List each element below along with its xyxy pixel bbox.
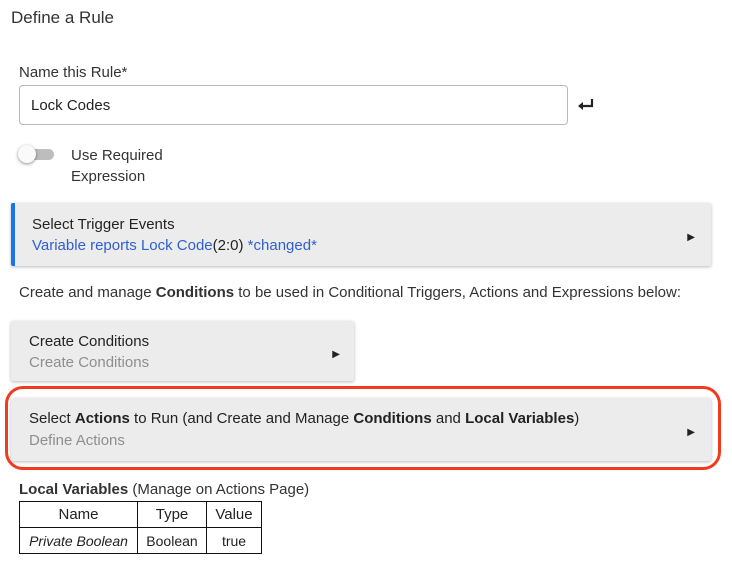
enter-return-icon[interactable] [576,96,596,114]
column-header-value: Value [206,501,262,528]
caret-right-icon: ▶ [687,232,695,243]
rule-name-label: Name this Rule* [19,64,128,81]
trigger-detail-link: Variable reports Lock Code [32,237,213,254]
local-variables-table: Name Type Value Private Boolean Boolean … [19,501,262,554]
create-conditions-button[interactable]: Create Conditions Create Conditions ▶ [11,321,354,381]
trigger-panel-detail: Variable reports Lock Code(2:0) *changed… [32,237,317,254]
table-row: Private Boolean Boolean true [19,527,262,554]
conditions-description: Create and manage Conditions to be used … [19,284,682,301]
conditions-panel-title: Create Conditions [29,333,150,350]
caret-right-icon: ▶ [332,349,340,360]
actions-panel-title: Select Actions to Run (and Create and Ma… [29,410,580,427]
caret-right-icon: ▶ [687,427,695,438]
trigger-detail-value: (2:0) [212,237,244,254]
trigger-panel-title: Select Trigger Events [32,216,175,233]
variable-name-cell: Private Boolean [19,527,138,554]
rule-name-input[interactable] [19,85,568,125]
required-expression-label: Use Required Expression [71,147,163,185]
conditions-panel-subtitle: Create Conditions [29,354,150,371]
local-variables-heading: Local Variables (Manage on Actions Page) [19,481,310,498]
select-trigger-events-button[interactable]: Select Trigger Events Variable reports L… [11,203,711,266]
variable-value-cell: true [206,527,262,554]
trigger-detail-flag: *changed* [247,237,317,254]
select-actions-button[interactable]: Select Actions to Run (and Create and Ma… [11,398,711,461]
actions-panel-subtitle: Define Actions [29,432,125,449]
table-header-row: Name Type Value [19,501,262,528]
page-title: Define a Rule [11,8,115,27]
variable-type-cell: Boolean [137,527,207,554]
required-expression-toggle[interactable] [18,145,56,163]
column-header-name: Name [19,501,138,528]
column-header-type: Type [137,501,207,528]
toggle-knob [18,145,36,163]
